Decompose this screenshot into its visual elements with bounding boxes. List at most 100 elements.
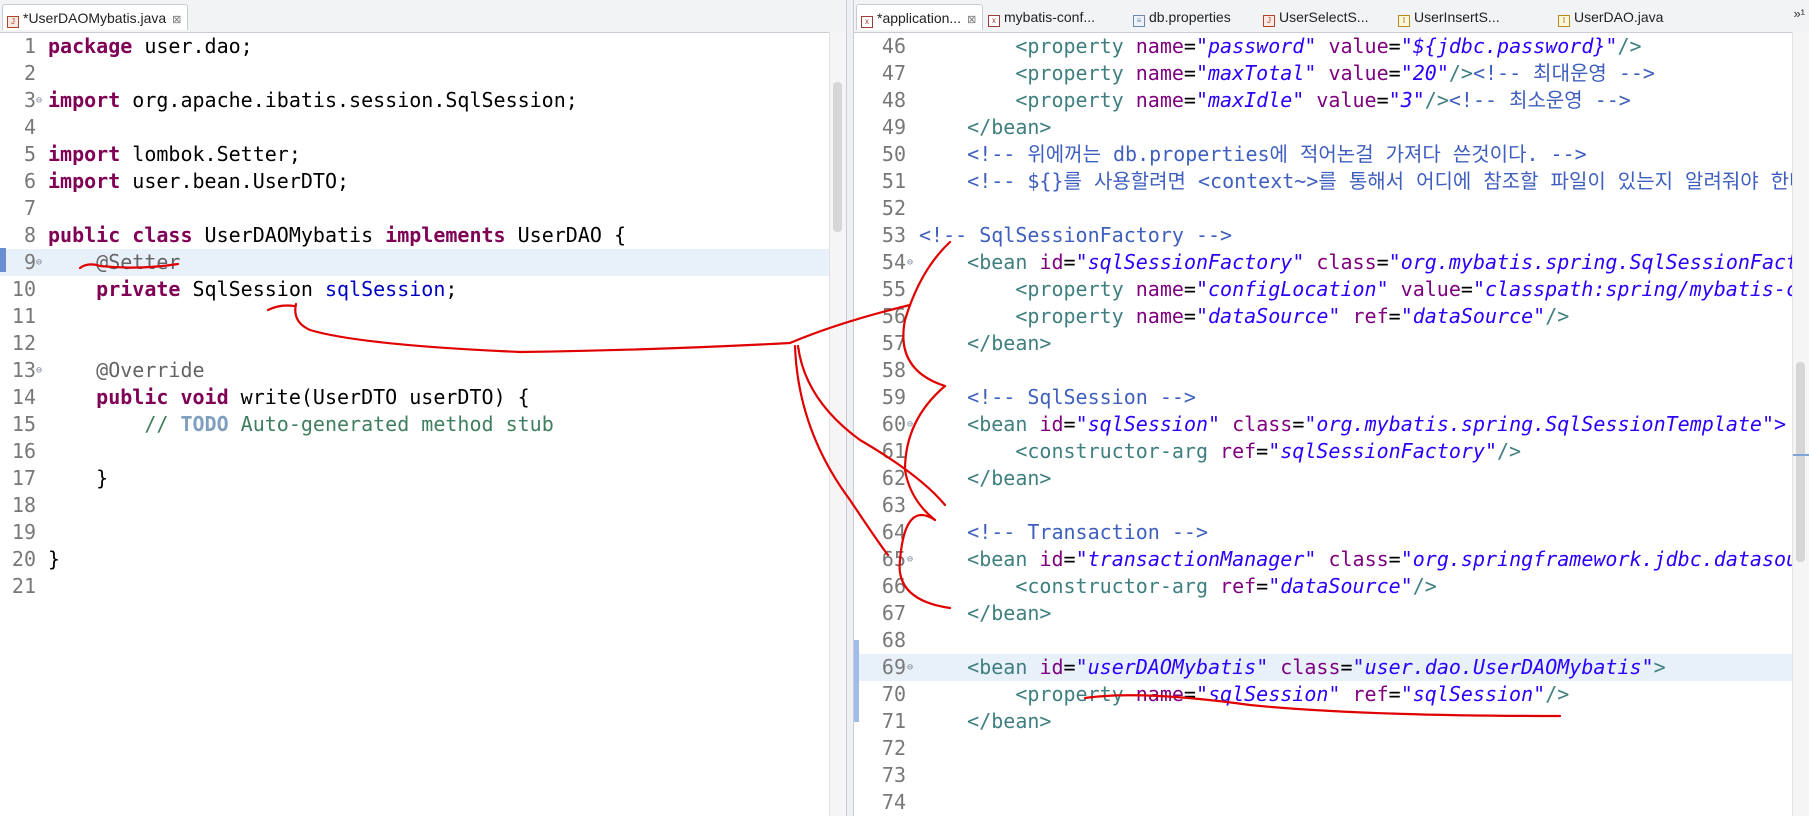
left-scroll-thumb[interactable] xyxy=(833,82,842,232)
left-code-line[interactable]: 1 package user.dao; xyxy=(0,33,846,60)
code-text[interactable]: import org.apache.ibatis.session.SqlSess… xyxy=(48,87,578,114)
right-code-line[interactable]: 62 </bean> xyxy=(854,465,1809,492)
code-text[interactable]: </bean> xyxy=(919,330,1051,357)
right-code-area[interactable]: 46 <property name="password" value="${jd… xyxy=(854,33,1809,816)
right-code-line[interactable]: 46 <property name="password" value="${jd… xyxy=(854,33,1809,60)
left-code-line[interactable]: 16 xyxy=(0,438,846,465)
right-code-line[interactable]: 66 <constructor-arg ref="dataSource"/> xyxy=(854,573,1809,600)
left-code-line[interactable]: 11 xyxy=(0,303,846,330)
right-code-line[interactable]: 69 ⊖ <bean id="userDAOMybatis" class="use… xyxy=(854,654,1809,681)
code-text[interactable]: <!-- 위에꺼는 db.properties에 적어논걸 가져다 쓴것이다. … xyxy=(919,141,1587,168)
fold-toggle-icon[interactable]: ⊖ xyxy=(36,87,42,114)
right-code-line[interactable]: 74 xyxy=(854,789,1809,816)
left-code-line[interactable]: 10 private SqlSession sqlSession; xyxy=(0,276,846,303)
right-code-line[interactable]: 72 xyxy=(854,735,1809,762)
left-code-line[interactable]: 15 // TODO Auto-generated method stub xyxy=(0,411,846,438)
right-code-line[interactable]: 50 <!-- 위에꺼는 db.properties에 적어논걸 가져다 쓴것이… xyxy=(854,141,1809,168)
code-text[interactable]: import user.bean.UserDTO; xyxy=(48,168,349,195)
right-code-line[interactable]: 51 <!-- ${}를 사용할려면 <context~>를 통해서 어디에 참… xyxy=(854,168,1809,195)
tab-userdaomybatis-java[interactable]: J *UserDAOMybatis.java ⊠ xyxy=(2,4,189,30)
code-text[interactable]: } xyxy=(48,465,108,492)
right-code-line[interactable]: 49 </bean> xyxy=(854,114,1809,141)
pane-splitter[interactable] xyxy=(846,0,854,816)
fold-toggle-icon[interactable]: ⊖ xyxy=(907,654,913,681)
right-code-line[interactable]: 59 <!-- SqlSession --> xyxy=(854,384,1809,411)
right-code-line[interactable]: 54 ⊖ <bean id="sqlSessionFactory" class="… xyxy=(854,249,1809,276)
tab-userinserts[interactable]: I UserInsertS... xyxy=(1394,4,1506,30)
left-code-line[interactable]: 2 xyxy=(0,60,846,87)
code-text[interactable]: <property name="sqlSession" ref="sqlSess… xyxy=(919,681,1569,708)
left-code-line[interactable]: 5 import lombok.Setter; xyxy=(0,141,846,168)
right-code-line[interactable]: 70 <property name="sqlSession" ref="sqlS… xyxy=(854,681,1809,708)
right-code-line[interactable]: 67 </bean> xyxy=(854,600,1809,627)
right-code-line[interactable]: 52 xyxy=(854,195,1809,222)
left-code-line[interactable]: 7 xyxy=(0,195,846,222)
code-text[interactable]: </bean> xyxy=(919,600,1051,627)
code-text[interactable]: <bean id="userDAOMybatis" class="user.da… xyxy=(919,654,1665,681)
code-text[interactable]: <bean id="sqlSession" class="org.mybatis… xyxy=(919,411,1786,438)
fold-toggle-icon[interactable]: ⊖ xyxy=(907,411,913,438)
code-text[interactable]: <property name="maxTotal" value="20"/><!… xyxy=(919,60,1655,87)
code-text[interactable]: <property name="password" value="${jdbc.… xyxy=(919,33,1641,60)
right-code-line[interactable]: 65 ⊖ <bean id="transactionManager" class=… xyxy=(854,546,1809,573)
tab-userdao-java[interactable]: I UserDAO.java xyxy=(1554,4,1669,30)
left-code-line[interactable]: 4 xyxy=(0,114,846,141)
left-editor-pane[interactable]: J *UserDAOMybatis.java ⊠ 1 package user.dao… xyxy=(0,0,846,816)
left-vertical-scrollbar[interactable] xyxy=(829,32,846,816)
left-code-line[interactable]: 8 public class UserDAOMybatis implements … xyxy=(0,222,846,249)
code-text[interactable]: <bean id="sqlSessionFactory" class="org.… xyxy=(919,249,1809,276)
right-scroll-thumb[interactable] xyxy=(1796,362,1805,562)
code-text[interactable]: <!-- Transaction --> xyxy=(919,519,1208,546)
left-code-line[interactable]: 12 xyxy=(0,330,846,357)
left-code-line[interactable]: 6 import user.bean.UserDTO; xyxy=(0,168,846,195)
right-code-line[interactable]: 63 xyxy=(854,492,1809,519)
code-text[interactable]: // TODO Auto-generated method stub xyxy=(48,411,553,438)
code-text[interactable]: package user.dao; xyxy=(48,33,253,60)
code-text[interactable]: <property name="configLocation" value="c… xyxy=(919,276,1809,303)
tab-db-properties[interactable]: ≡ db.properties xyxy=(1129,4,1237,30)
code-text[interactable]: } xyxy=(48,546,60,573)
code-text[interactable]: </bean> xyxy=(919,708,1051,735)
right-code-line[interactable]: 68 xyxy=(854,627,1809,654)
left-code-line[interactable]: 9 ⊖ @Setter xyxy=(0,249,846,276)
close-tab-icon[interactable]: ⊠ xyxy=(967,14,976,26)
code-text[interactable]: <!-- ${}를 사용할려면 <context~>를 통해서 어디에 참조할 … xyxy=(919,168,1807,195)
left-code-line[interactable]: 21 xyxy=(0,573,846,600)
left-code-line[interactable]: 19 xyxy=(0,519,846,546)
right-code-line[interactable]: 55 <property name="configLocation" value… xyxy=(854,276,1809,303)
tab-userselects[interactable]: J UserSelectS... xyxy=(1259,4,1374,30)
left-code-line[interactable]: 13 ⊖ @Override xyxy=(0,357,846,384)
fold-toggle-icon[interactable]: ⊖ xyxy=(36,357,42,384)
right-code-line[interactable]: 61 <constructor-arg ref="sqlSessionFacto… xyxy=(854,438,1809,465)
code-text[interactable]: @Override xyxy=(48,357,204,384)
left-code-line[interactable]: 17 } xyxy=(0,465,846,492)
right-vertical-scrollbar[interactable] xyxy=(1792,32,1809,816)
fold-toggle-icon[interactable]: ⊖ xyxy=(36,249,42,276)
right-editor-pane[interactable]: »¹ x *application... ⊠ x mybatis-conf... ≡ db.… xyxy=(854,0,1809,816)
code-text[interactable]: public class UserDAOMybatis implements U… xyxy=(48,222,626,249)
code-text[interactable]: <constructor-arg ref="dataSource"/> xyxy=(919,573,1436,600)
left-code-area[interactable]: 1 package user.dao; 2 3 ⊖ import org.apache.i… xyxy=(0,33,846,600)
right-code-line[interactable]: 53 <!-- SqlSessionFactory --> xyxy=(854,222,1809,249)
close-tab-icon[interactable]: ⊠ xyxy=(172,14,181,26)
code-text[interactable]: <property name="maxIdle" value="3"/><!--… xyxy=(919,87,1631,114)
code-text[interactable]: </bean> xyxy=(919,114,1051,141)
code-text[interactable]: @Setter xyxy=(48,249,180,276)
right-code-line[interactable]: 47 <property name="maxTotal" value="20"/… xyxy=(854,60,1809,87)
right-code-line[interactable]: 71 </bean> xyxy=(854,708,1809,735)
left-code-line[interactable]: 20} xyxy=(0,546,846,573)
code-text[interactable]: <bean id="transactionManager" class="org… xyxy=(919,546,1809,573)
right-code-line[interactable]: 73 xyxy=(854,762,1809,789)
right-code-line[interactable]: 48 <property name="maxIdle" value="3"/><… xyxy=(854,87,1809,114)
code-text[interactable]: import lombok.Setter; xyxy=(48,141,301,168)
right-code-line[interactable]: 60 ⊖ <bean id="sqlSession" class="org.myb… xyxy=(854,411,1809,438)
tab-mybatis-conf[interactable]: x mybatis-conf... xyxy=(984,4,1101,30)
left-code-line[interactable]: 3 ⊖ import org.apache.ibatis.session.SqlSe… xyxy=(0,87,846,114)
code-text[interactable]: <!-- SqlSessionFactory --> xyxy=(919,222,1232,249)
left-code-line[interactable]: 18 xyxy=(0,492,846,519)
right-code-line[interactable]: 58 xyxy=(854,357,1809,384)
code-text[interactable]: <!-- SqlSession --> xyxy=(919,384,1196,411)
tab-application[interactable]: x *application... ⊠ xyxy=(856,4,984,30)
right-code-line[interactable]: 56 <property name="dataSource" ref="data… xyxy=(854,303,1809,330)
right-code-line[interactable]: 64 <!-- Transaction --> xyxy=(854,519,1809,546)
